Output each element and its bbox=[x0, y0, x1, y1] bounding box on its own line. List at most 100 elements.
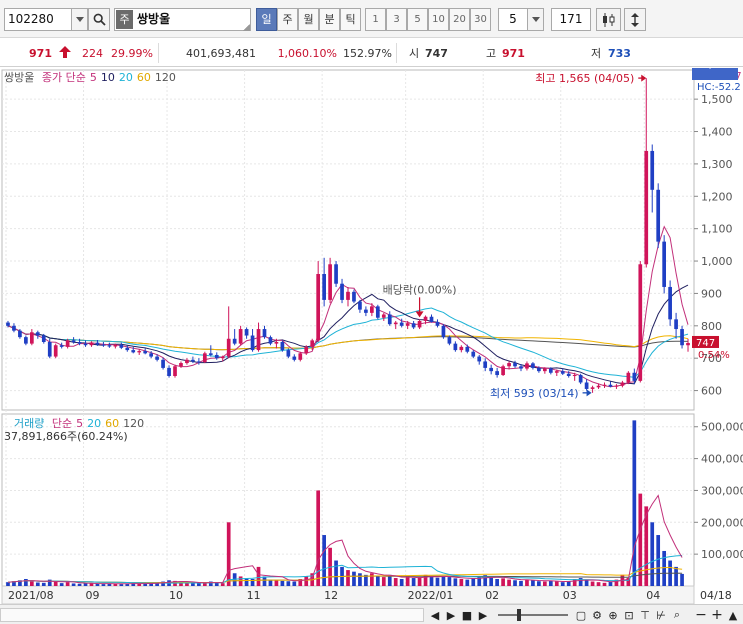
volume-bar bbox=[525, 579, 529, 586]
volume-bar bbox=[238, 576, 243, 586]
volume-bar bbox=[41, 582, 46, 586]
hc-indicator: HC:-52.2 bbox=[697, 82, 741, 93]
candle-body bbox=[435, 321, 440, 326]
tab-month[interactable]: 월 bbox=[298, 8, 319, 31]
tab-minute[interactable]: 분 bbox=[319, 8, 340, 31]
volume-bar bbox=[322, 535, 326, 586]
volume-bar bbox=[537, 581, 541, 586]
time-tick-label: 2022/01 bbox=[408, 589, 454, 602]
candle-body bbox=[35, 332, 40, 336]
candle-body bbox=[12, 325, 16, 331]
stock-name-field[interactable]: 쌍방울 bbox=[114, 8, 251, 31]
candle-body bbox=[274, 342, 279, 344]
volume-bar bbox=[119, 584, 124, 586]
ruler-icon[interactable]: ⊬ bbox=[654, 608, 668, 622]
scroll-left-button[interactable]: ◀ bbox=[428, 608, 442, 622]
interval-dropdown[interactable] bbox=[527, 8, 544, 31]
candle-body bbox=[197, 361, 201, 363]
candle-body bbox=[185, 359, 189, 364]
horizontal-scrollbar[interactable] bbox=[0, 608, 424, 622]
volume-bar bbox=[656, 535, 661, 586]
zoom-slider-thumb[interactable] bbox=[517, 609, 521, 621]
candle-body bbox=[453, 343, 458, 351]
minute-option-1[interactable]: 1 bbox=[365, 8, 386, 31]
candle-body bbox=[441, 325, 446, 338]
settings-icon[interactable]: ⚙ bbox=[590, 608, 604, 622]
volume-bar bbox=[191, 583, 195, 586]
candle-body bbox=[507, 363, 511, 367]
price-change: 224 bbox=[82, 47, 103, 60]
tab-tick[interactable]: 틱 bbox=[340, 8, 361, 31]
candle-body bbox=[662, 241, 667, 287]
volume-tick-label: 200,000 bbox=[701, 516, 743, 529]
volume-bar bbox=[501, 578, 505, 586]
zoom-out-button[interactable]: − bbox=[694, 607, 708, 623]
candle-body bbox=[399, 322, 404, 326]
volume-bar bbox=[441, 576, 446, 586]
candle-body bbox=[531, 363, 535, 368]
stock-chart[interactable]: 6007008009001,0001,1001,2001,3001,4001,5… bbox=[0, 68, 743, 604]
minute-option-5[interactable]: 5 bbox=[407, 8, 428, 31]
expand-icon[interactable]: ▲ bbox=[726, 608, 740, 622]
zoom-in-button[interactable]: + bbox=[710, 607, 724, 623]
interval-select[interactable]: 5 bbox=[498, 8, 528, 31]
volume-bar bbox=[662, 550, 667, 586]
volume-bar bbox=[513, 580, 517, 586]
candle-type-button[interactable] bbox=[596, 8, 621, 31]
candle-body bbox=[370, 306, 374, 313]
volume-bar bbox=[543, 581, 547, 586]
candle-body bbox=[59, 345, 64, 347]
tab-week[interactable]: 주 bbox=[277, 8, 298, 31]
legend-ma20: 20 bbox=[118, 71, 133, 84]
candle-body bbox=[423, 316, 428, 321]
window-icon[interactable]: ▢ bbox=[574, 608, 588, 622]
candle-body bbox=[298, 353, 303, 360]
candle-body bbox=[286, 350, 291, 357]
stock-code-dropdown[interactable] bbox=[71, 8, 88, 31]
minute-option-30[interactable]: 30 bbox=[470, 8, 491, 31]
stop-button[interactable]: ■ bbox=[460, 608, 474, 622]
volume-bar bbox=[495, 578, 499, 586]
stock-code-input[interactable]: 102280 bbox=[4, 8, 72, 31]
zoom-slider-track[interactable] bbox=[498, 614, 568, 616]
volume-tick-label: 300,000 bbox=[701, 484, 743, 497]
candle-body bbox=[411, 323, 416, 328]
candle-body bbox=[89, 342, 94, 346]
minute-option-3[interactable]: 3 bbox=[386, 8, 407, 31]
candle-body bbox=[572, 375, 577, 377]
volume-bar bbox=[650, 522, 655, 586]
tab-day[interactable]: 일 bbox=[256, 8, 277, 31]
time-tick-label: 12 bbox=[324, 589, 338, 602]
candle-body bbox=[47, 342, 52, 357]
measure-icon[interactable]: ⌕ bbox=[670, 608, 684, 622]
low-label: 저 bbox=[591, 47, 602, 60]
candle-body bbox=[543, 368, 547, 372]
candle-body bbox=[566, 373, 571, 376]
scroll-right-button[interactable]: ▶ bbox=[444, 608, 458, 622]
zoom-area-icon[interactable]: ⊕ bbox=[606, 608, 620, 622]
minute-option-20[interactable]: 20 bbox=[449, 8, 470, 31]
candle-body bbox=[149, 353, 153, 357]
chart-area[interactable]: 600 700 800 900 1,000 1,100 1,200 1,300 1,400 1,5… bbox=[0, 68, 743, 624]
high-label: 고 bbox=[486, 47, 497, 60]
count-input[interactable]: 171 bbox=[551, 8, 591, 31]
vertical-scale-button[interactable] bbox=[624, 8, 646, 31]
search-button[interactable] bbox=[88, 8, 110, 31]
candle-body bbox=[232, 338, 237, 344]
chart-background bbox=[0, 68, 743, 604]
current-price: 971 bbox=[29, 47, 52, 60]
volume-bar bbox=[226, 522, 231, 586]
low-marker-label: 최저 593 (03/14) bbox=[490, 387, 579, 400]
candle-body bbox=[292, 356, 297, 360]
candle-body bbox=[202, 353, 207, 363]
candle-body bbox=[77, 342, 82, 344]
crosshair-icon[interactable]: ⊤ bbox=[638, 608, 652, 622]
price-tag-value: 747 bbox=[696, 338, 715, 349]
candle-body bbox=[352, 291, 356, 302]
candle-body bbox=[537, 367, 541, 372]
candle-body bbox=[53, 345, 58, 357]
fit-icon[interactable]: ⊡ bbox=[622, 608, 636, 622]
legend-ma5: 5 bbox=[89, 71, 97, 84]
play-button[interactable]: ▶ bbox=[476, 608, 490, 622]
minute-option-10[interactable]: 10 bbox=[428, 8, 449, 31]
